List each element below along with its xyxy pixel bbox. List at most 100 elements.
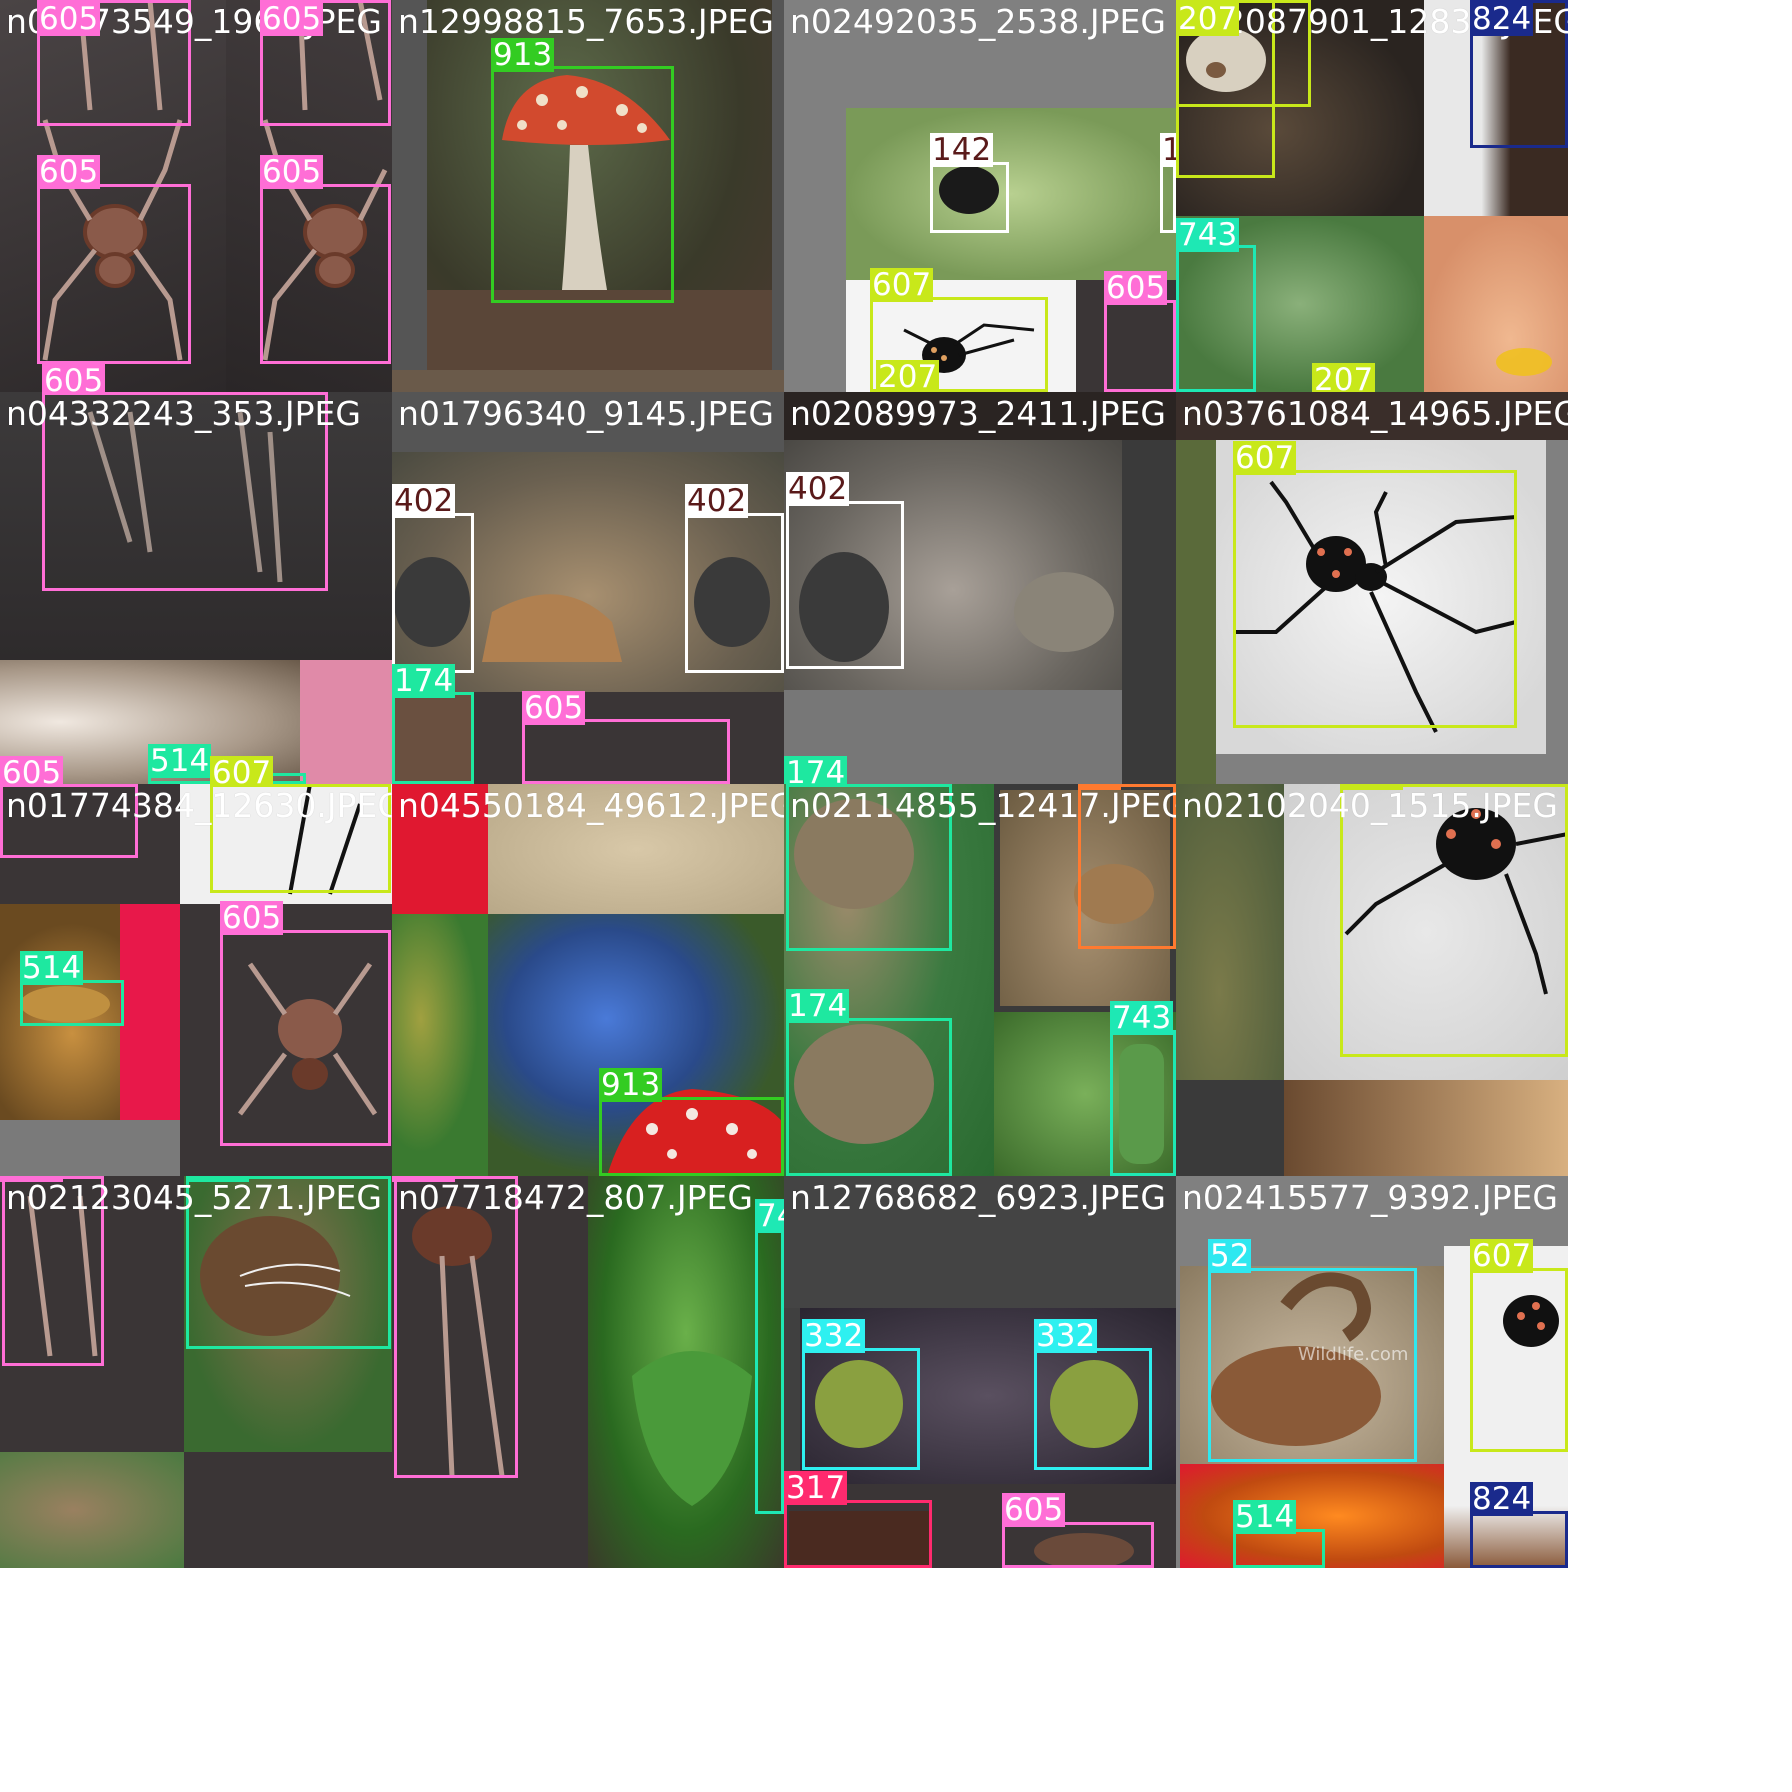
class-label: 605 [1002, 1492, 1066, 1528]
class-label: 332 [1034, 1318, 1098, 1354]
class-label: 207 [876, 359, 940, 392]
detection-box [1233, 470, 1517, 728]
tile-14: n07718472_807.JPEG 743 605 [392, 1176, 784, 1568]
class-label: 605 [522, 690, 586, 726]
image-filename: n02114855_12417.JPEG [790, 786, 1176, 825]
class-label: 332 [802, 1318, 866, 1354]
tile-8: n03761084_14965.JPEG 607 [1176, 392, 1568, 784]
class-label: 207 [1312, 363, 1376, 392]
class-label: 824 [1470, 1481, 1534, 1517]
tile-13: n02123045_5271.JPEG 605 174 [0, 1176, 392, 1568]
detection-box [220, 930, 391, 1146]
image-filename: n12768682_6923.JPEG [790, 1178, 1166, 1217]
class-label: 607 [870, 267, 934, 303]
detection-box [37, 184, 191, 364]
class-label: 174 [186, 1176, 250, 1182]
image-filename: n04550184_49612.JPEG [398, 786, 784, 825]
tile-9: n01774384_12630.JPEG 514 605 [0, 784, 392, 1176]
class-label: 605 [260, 1, 324, 37]
detection-box [1470, 1511, 1568, 1568]
class-label: 317 [784, 1470, 848, 1506]
detection-box [1002, 1522, 1154, 1568]
image-filename: n02123045_5271.JPEG [6, 1178, 382, 1217]
tile-2: n12998815_7653.JPEG 913 [392, 0, 784, 392]
class-label: 605 [42, 364, 106, 392]
detection-box [599, 1097, 784, 1176]
class-label: 514 [20, 950, 84, 986]
class-label: 402 [786, 471, 850, 507]
detection-box [522, 719, 730, 784]
image-filename: n01774384_12630.JPEG [6, 786, 392, 825]
class-label: 607 [210, 756, 274, 784]
detection-box [786, 501, 904, 669]
detection-box [260, 184, 391, 364]
detection-box [1470, 1268, 1568, 1452]
class-label: 743 [1110, 1000, 1174, 1036]
class-label: 174 [392, 663, 456, 699]
class-label: 607 [1470, 1238, 1534, 1274]
class-label: 402 [392, 483, 456, 519]
image-filename: n12998815_7653.JPEG [398, 2, 774, 41]
detection-box [1176, 245, 1256, 392]
image-filename: n02415577_9392.JPEG [1182, 1178, 1558, 1217]
image-filename: n03761084_14965.JPEG [1182, 394, 1568, 433]
class-label: 605 [0, 756, 64, 784]
image-filename: n02102040_1515.JPEG [1182, 786, 1558, 825]
class-label: 142 [1160, 133, 1176, 167]
watermark-text: Wildlife.com [1298, 1344, 1409, 1365]
class-label: 402 [685, 483, 749, 519]
detection-box [1034, 1348, 1152, 1470]
class-label: 607 [1233, 440, 1297, 476]
class-label: 605 [220, 900, 284, 936]
class-label: 605 [37, 154, 101, 190]
tile-3: n02492035_2538.JPEG 142 142 607 605 207 [784, 0, 1176, 392]
detection-box [685, 513, 784, 673]
detection-box [1110, 1030, 1176, 1176]
detection-mosaic: n01773549_1966.JPEG 605 605 605 605 605 … [0, 0, 1792, 1792]
class-label: 52 [1208, 1238, 1252, 1274]
tile-11: n02114855_12417.JPEG 58 174 743 [784, 784, 1176, 1176]
class-label: 607 [1340, 784, 1404, 790]
class-label: 605 [37, 1, 101, 37]
detection-box [1160, 162, 1176, 233]
class-label: 514 [1233, 1499, 1297, 1535]
class-label: 514 [148, 743, 212, 779]
detection-box [394, 1176, 518, 1478]
detection-box [392, 513, 474, 673]
class-label: 913 [491, 37, 555, 73]
detection-box [1104, 300, 1176, 392]
tile-4: n02087901_12830.JPEG 207 824 743 207 [1176, 0, 1568, 392]
detection-box [784, 1500, 932, 1568]
detection-box [802, 1348, 920, 1470]
detection-box [786, 1018, 952, 1176]
detection-box [491, 66, 674, 303]
class-label: 913 [599, 1067, 663, 1103]
class-label: 605 [260, 154, 324, 190]
image-filename: n04332243_353.JPEG [6, 394, 361, 433]
tile-1: n01773549_1966.JPEG 605 605 605 605 605 [0, 0, 392, 392]
tile-6: n01796340_9145.JPEG 402 402 174 605 [392, 392, 784, 784]
tile-7: n02089973_2411.JPEG 402 174 [784, 392, 1176, 784]
detection-box [755, 1228, 784, 1514]
image-filename: n01796340_9145.JPEG [398, 394, 774, 433]
image-filename: n07718472_807.JPEG [398, 1178, 753, 1217]
detection-box [392, 692, 474, 784]
class-label: 743 [1176, 217, 1240, 253]
detection-box [20, 980, 124, 1026]
image-filename: n02492035_2538.JPEG [790, 2, 1166, 41]
tile-12: n02102040_1515.JPEG 607 [1176, 784, 1568, 1176]
tile-10: n04550184_49612.JPEG 913 [392, 784, 784, 1176]
class-label: 207 [1176, 1, 1240, 37]
class-label: 174 [786, 988, 850, 1024]
tile-5: n04332243_353.JPEG 605 514 607 [0, 392, 392, 784]
class-label: 605 [1104, 270, 1168, 306]
class-label: 605 [392, 1176, 456, 1182]
class-label: 824 [1470, 1, 1534, 37]
image-filename: n02089973_2411.JPEG [790, 394, 1166, 433]
detection-box [930, 162, 1009, 233]
class-label: 174 [784, 756, 848, 784]
class-label: 605 [0, 1176, 64, 1182]
class-label: 743 [755, 1199, 784, 1233]
class-label: 142 [930, 132, 994, 168]
class-label: 58 [1078, 784, 1122, 790]
